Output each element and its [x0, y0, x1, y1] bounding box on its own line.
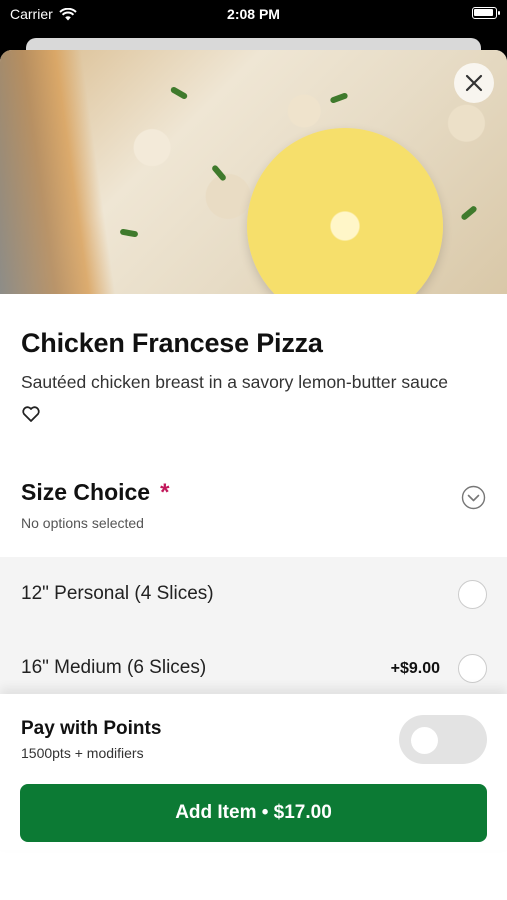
size-choice-label: Size Choice — [21, 479, 151, 505]
herb-garnish — [329, 92, 349, 104]
option-radio[interactable] — [458, 654, 487, 683]
pay-with-points-subtitle: 1500pts + modifiers — [21, 745, 144, 761]
size-choice-subtitle: No options selected — [21, 515, 144, 531]
checkout-panel: Pay with Points 1500pts + modifiers Add … — [0, 694, 507, 850]
herb-garnish — [210, 164, 228, 182]
status-time: 2:08 PM — [227, 6, 280, 22]
required-marker: * — [160, 479, 170, 506]
close-icon — [465, 74, 483, 92]
option-price: +$9.00 — [390, 660, 440, 677]
add-item-button[interactable]: Add Item • $17.00 — [20, 784, 487, 842]
item-description: Sautéed chicken breast in a savory lemon… — [21, 372, 449, 392]
heart-icon[interactable] — [21, 404, 41, 424]
herb-garnish — [169, 85, 189, 101]
chevron-down-icon[interactable] — [461, 485, 486, 510]
battery-icon — [472, 7, 500, 19]
pay-with-points-title: Pay with Points — [21, 718, 162, 739]
item-photo — [0, 50, 507, 294]
status-bar: Carrier 2:08 PM — [0, 0, 507, 30]
option-radio[interactable] — [458, 580, 487, 609]
size-choice-title: Size Choice * — [21, 479, 169, 507]
toggle-knob — [411, 727, 438, 754]
herb-garnish — [460, 204, 478, 222]
size-option-12-personal[interactable]: 12" Personal (4 Slices) — [0, 557, 507, 631]
herb-garnish — [119, 228, 139, 238]
item-title: Chicken Francese Pizza — [21, 328, 323, 358]
close-button[interactable] — [454, 63, 494, 103]
pay-with-points-toggle[interactable] — [399, 715, 487, 764]
option-label: 12" Personal (4 Slices) — [21, 583, 214, 604]
lemon-slice-graphic — [247, 128, 443, 294]
item-info: Chicken Francese Pizza Sautéed chicken b… — [0, 328, 507, 429]
option-label: 16" Medium (6 Slices) — [21, 657, 207, 678]
pizza-crust-graphic — [0, 50, 122, 294]
